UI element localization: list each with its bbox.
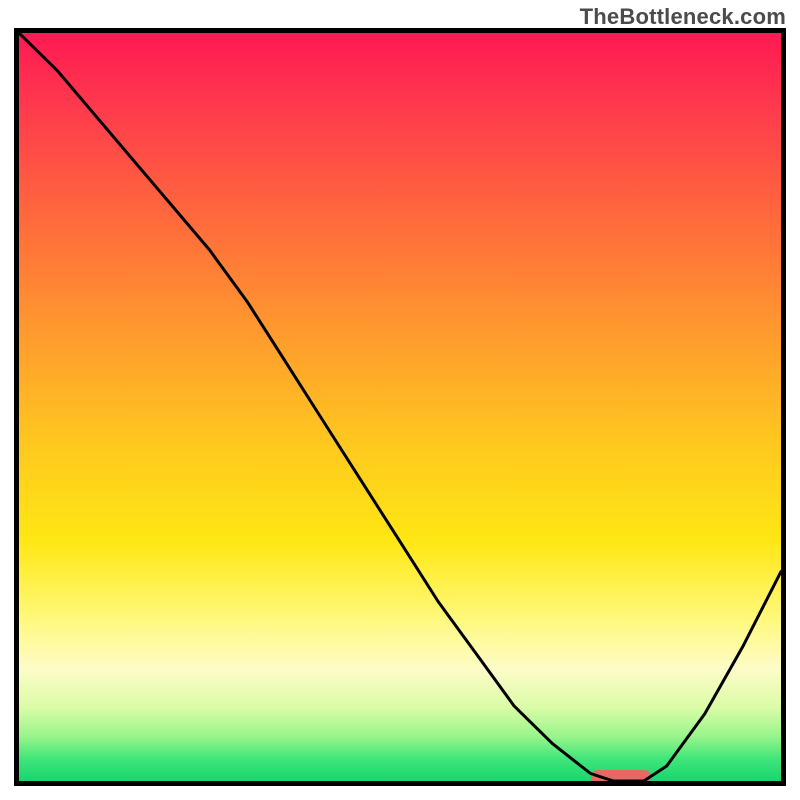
watermark-label: TheBottleneck.com (580, 4, 786, 30)
chart-frame: TheBottleneck.com (0, 0, 800, 800)
bottleneck-curve (19, 33, 781, 781)
plot-area (14, 28, 786, 786)
